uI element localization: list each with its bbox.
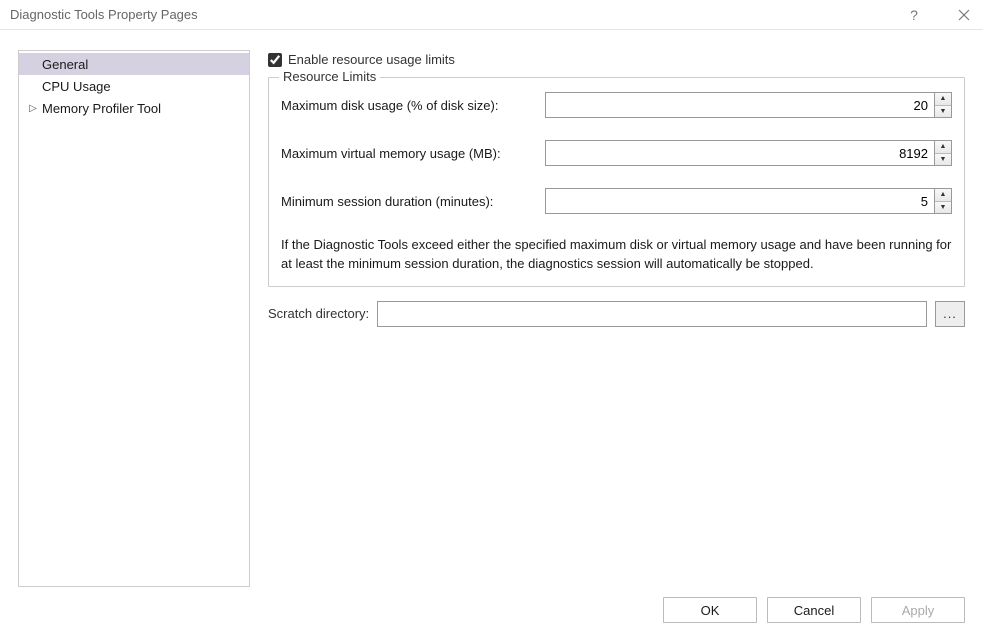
- scratch-input[interactable]: [377, 301, 927, 327]
- min-session-label: Minimum session duration (minutes):: [281, 194, 545, 209]
- max-vm-input[interactable]: [545, 140, 934, 166]
- enable-limits-label: Enable resource usage limits: [288, 52, 455, 67]
- max-disk-spinner-buttons: ▲ ▼: [934, 92, 952, 118]
- min-session-spinner: ▲ ▼: [545, 188, 952, 214]
- group-legend: Resource Limits: [279, 69, 380, 84]
- max-vm-up-button[interactable]: ▲: [935, 141, 951, 154]
- cancel-button[interactable]: Cancel: [767, 597, 861, 623]
- max-disk-up-button[interactable]: ▲: [935, 93, 951, 106]
- enable-limits-row: Enable resource usage limits: [268, 52, 965, 67]
- max-vm-spinner-buttons: ▲ ▼: [934, 140, 952, 166]
- sidebar-item-label: Memory Profiler Tool: [42, 101, 161, 116]
- max-vm-down-button[interactable]: ▼: [935, 154, 951, 166]
- min-session-spinner-buttons: ▲ ▼: [934, 188, 952, 214]
- close-button[interactable]: [955, 6, 973, 24]
- titlebar: Diagnostic Tools Property Pages ?: [0, 0, 983, 30]
- max-disk-row: Maximum disk usage (% of disk size): ▲ ▼: [281, 92, 952, 118]
- max-vm-label: Maximum virtual memory usage (MB):: [281, 146, 545, 161]
- content-panel: Enable resource usage limits Resource Li…: [268, 50, 965, 587]
- dialog-body: General CPU Usage ▷ Memory Profiler Tool…: [0, 30, 983, 587]
- titlebar-controls: ?: [905, 6, 973, 24]
- sidebar-item-cpu-usage[interactable]: CPU Usage: [19, 75, 249, 97]
- max-disk-down-button[interactable]: ▼: [935, 106, 951, 118]
- ok-button[interactable]: OK: [663, 597, 757, 623]
- min-session-row: Minimum session duration (minutes): ▲ ▼: [281, 188, 952, 214]
- browse-button[interactable]: ...: [935, 301, 965, 327]
- min-session-input[interactable]: [545, 188, 934, 214]
- max-disk-spinner: ▲ ▼: [545, 92, 952, 118]
- sidebar-item-label: General: [42, 57, 88, 72]
- group-description: If the Diagnostic Tools exceed either th…: [281, 236, 952, 274]
- scratch-label: Scratch directory:: [268, 306, 369, 321]
- max-disk-input[interactable]: [545, 92, 934, 118]
- max-disk-label: Maximum disk usage (% of disk size):: [281, 98, 545, 113]
- sidebar: General CPU Usage ▷ Memory Profiler Tool: [18, 50, 250, 587]
- max-vm-spinner: ▲ ▼: [545, 140, 952, 166]
- help-button[interactable]: ?: [905, 6, 923, 24]
- sidebar-item-label: CPU Usage: [42, 79, 111, 94]
- min-session-up-button[interactable]: ▲: [935, 189, 951, 202]
- resource-limits-group: Resource Limits Maximum disk usage (% of…: [268, 77, 965, 287]
- button-bar: OK Cancel Apply: [663, 597, 965, 623]
- max-vm-row: Maximum virtual memory usage (MB): ▲ ▼: [281, 140, 952, 166]
- sidebar-item-general[interactable]: General: [19, 53, 249, 75]
- apply-button[interactable]: Apply: [871, 597, 965, 623]
- enable-limits-checkbox[interactable]: [268, 53, 282, 67]
- expand-icon[interactable]: ▷: [27, 103, 39, 114]
- min-session-down-button[interactable]: ▼: [935, 202, 951, 214]
- window-title: Diagnostic Tools Property Pages: [10, 7, 905, 22]
- sidebar-item-memory-profiler[interactable]: ▷ Memory Profiler Tool: [19, 97, 249, 119]
- scratch-row: Scratch directory: ...: [268, 301, 965, 327]
- close-icon: [958, 9, 970, 21]
